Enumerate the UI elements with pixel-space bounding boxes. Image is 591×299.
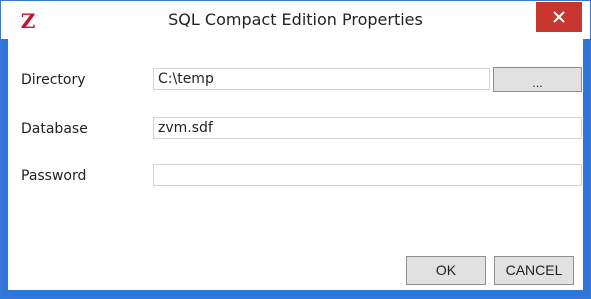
cancel-button[interactable]: CANCEL [494, 256, 574, 285]
directory-field[interactable]: C:\temp [153, 68, 490, 90]
password-field[interactable] [153, 164, 582, 186]
password-label: Password [21, 168, 87, 184]
dialog-body: Directory C:\temp ... Database zvm.sdf P… [8, 39, 583, 290]
directory-label: Directory [21, 72, 86, 88]
title-bar[interactable]: Z SQL Compact Edition Properties [1, 1, 590, 39]
browse-button[interactable]: ... [493, 67, 582, 92]
ok-button[interactable]: OK [406, 256, 486, 285]
dialog-window: Z SQL Compact Edition Properties Directo… [0, 0, 591, 299]
database-field[interactable]: zvm.sdf [153, 117, 582, 139]
close-button[interactable] [536, 2, 582, 32]
window-title: SQL Compact Edition Properties [168, 10, 423, 29]
database-label: Database [21, 121, 88, 137]
close-x-icon [553, 11, 565, 23]
